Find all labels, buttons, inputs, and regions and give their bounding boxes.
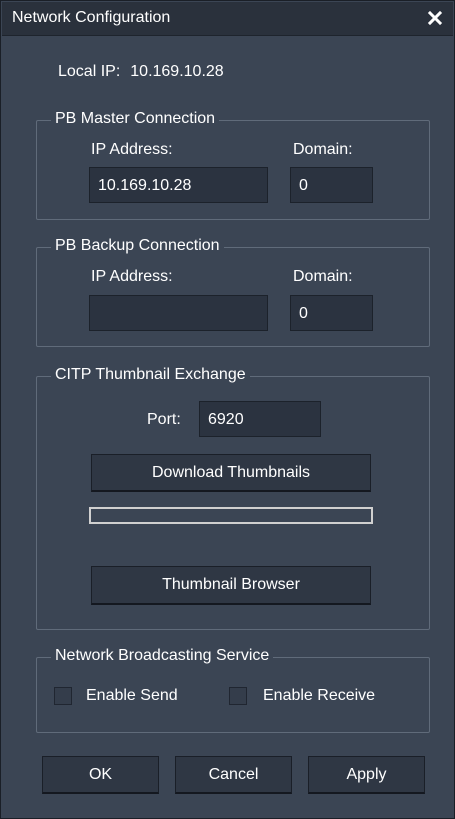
master-domain-input[interactable]: 0	[290, 167, 373, 203]
window-title: Network Configuration	[12, 9, 171, 26]
backup-connection-group: PB Backup Connection IP Address: Domain:…	[36, 237, 430, 347]
enable-receive-checkbox[interactable]	[229, 687, 247, 705]
close-icon[interactable]	[425, 8, 445, 28]
local-ip-value: 10.169.10.28	[130, 63, 224, 80]
citp-port-label: Port:	[147, 411, 181, 428]
broadcast-legend: Network Broadcasting Service	[51, 647, 274, 665]
citp-legend: CITP Thumbnail Exchange	[51, 366, 250, 384]
local-ip-label: Local IP:	[58, 63, 121, 80]
backup-ip-input[interactable]	[89, 295, 268, 331]
title-bar[interactable]: Network Configuration	[2, 2, 453, 36]
master-domain-label: Domain:	[293, 141, 353, 158]
backup-ip-label: IP Address:	[91, 268, 173, 285]
citp-port-input[interactable]: 6920	[199, 401, 321, 437]
apply-button[interactable]: Apply	[308, 756, 425, 794]
master-ip-label: IP Address:	[91, 141, 173, 158]
ok-button[interactable]: OK	[42, 756, 159, 794]
backup-domain-input[interactable]: 0	[290, 295, 373, 331]
local-ip-row: Local IP: 10.169.10.28	[58, 63, 224, 81]
enable-send-label[interactable]: Enable Send	[86, 687, 178, 705]
master-ip-input[interactable]: 10.169.10.28	[89, 167, 268, 203]
download-thumbnails-button[interactable]: Download Thumbnails	[91, 454, 371, 492]
network-configuration-dialog: Network Configuration Local IP: 10.169.10…	[0, 0, 455, 819]
master-connection-legend: PB Master Connection	[51, 110, 220, 128]
enable-receive-label[interactable]: Enable Receive	[263, 687, 375, 705]
cancel-button[interactable]: Cancel	[175, 756, 292, 794]
thumbnail-browser-button[interactable]: Thumbnail Browser	[91, 566, 371, 605]
enable-send-checkbox[interactable]	[54, 687, 72, 705]
backup-connection-legend: PB Backup Connection	[51, 237, 224, 255]
master-connection-group: PB Master Connection IP Address: Domain:…	[36, 110, 430, 220]
backup-domain-label: Domain:	[293, 268, 353, 285]
download-progress-bar	[89, 507, 373, 524]
